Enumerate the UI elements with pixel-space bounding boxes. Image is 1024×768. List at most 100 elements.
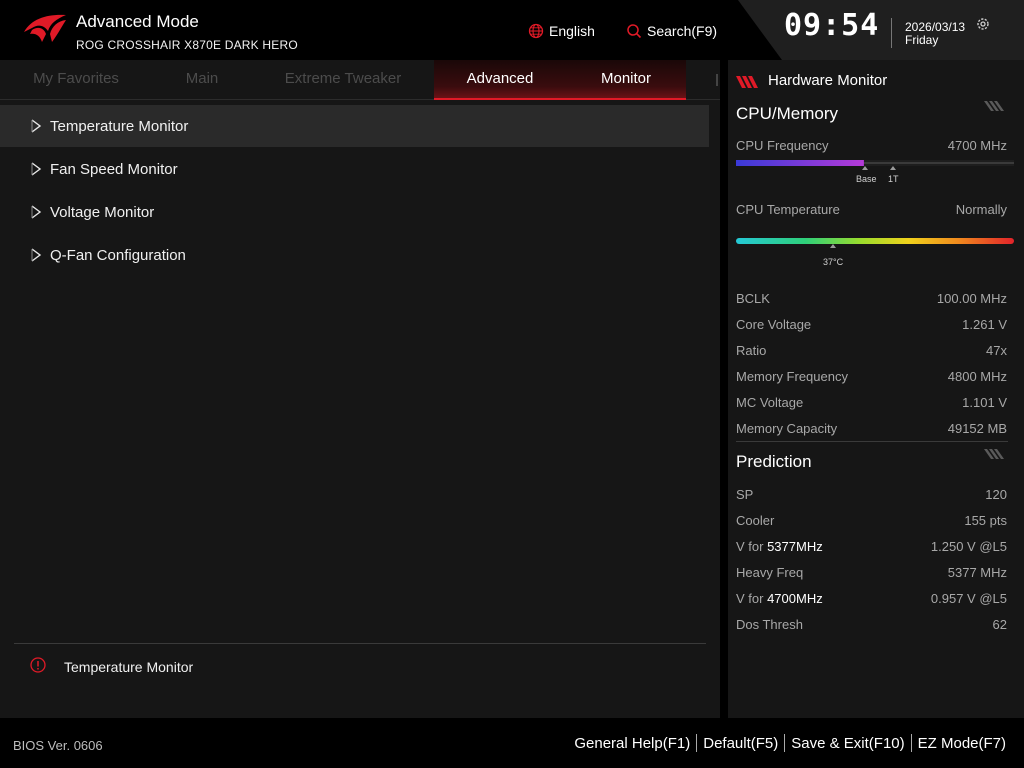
temperature-marker (830, 244, 836, 248)
section-title-cpu-memory: CPU/Memory (736, 104, 839, 123)
menu-item-temperature-monitor[interactable]: Temperature Monitor (0, 105, 709, 147)
footer-bar: BIOS Ver. 0606 General Help(F1) Default(… (0, 718, 1024, 768)
chevron-right-icon (31, 205, 42, 219)
chevron-right-icon (31, 119, 42, 133)
heavy-freq-value: 5377 MHz (947, 565, 1007, 580)
heavy-freq-label-text: Heavy Freq (736, 565, 804, 580)
memory-frequency-label: Memory Frequency (736, 369, 848, 384)
tab-monitor[interactable]: Monitor (566, 60, 686, 100)
tab-my-favorites[interactable]: My Favorites (0, 60, 152, 100)
memory-frequency-value: 4800 MHz (947, 369, 1007, 384)
bclk-label: BCLK (736, 291, 770, 306)
menu-item-label: Q-Fan Configuration (50, 246, 186, 264)
mode-title: Advanced Mode (76, 12, 199, 31)
help-text: Temperature Monitor (64, 659, 194, 675)
menu-item-label: Voltage Monitor (50, 203, 155, 221)
search-label: Search(F9) (647, 23, 718, 39)
section-stripes-icon (984, 449, 1004, 459)
1t-marker (890, 166, 896, 170)
mc-voltage-label: MC Voltage (736, 395, 804, 410)
hardware-monitor-icon (736, 76, 758, 88)
cpu-temperature-value: Normally (955, 202, 1007, 217)
clock-divider (891, 18, 892, 48)
sp-label: SP (736, 487, 753, 502)
cpu-frequency-bar (736, 160, 1014, 166)
base-marker (862, 166, 868, 170)
save-exit-button[interactable]: Save & Exit(F10) (791, 735, 904, 752)
dos-thresh-label: Dos Thresh (736, 617, 803, 632)
tab-main[interactable]: Main (152, 60, 252, 100)
heavy-freq-label: Heavy Freq (736, 565, 803, 580)
section-divider (736, 441, 1008, 442)
cooler-value: 155 pts (964, 513, 1007, 528)
search-button[interactable]: Search(F9) (626, 23, 717, 39)
clock-time: 09:54 (784, 8, 880, 43)
v-for-frequency: 4700MHz (767, 591, 823, 606)
footer-separator (696, 734, 698, 752)
ez-mode-button[interactable]: EZ Mode(F7) (918, 735, 1006, 752)
tab-advanced[interactable]: Advanced (434, 60, 566, 100)
footer-separator (784, 734, 786, 752)
memory-capacity-value: 49152 MB (947, 421, 1007, 436)
rog-logo-icon (24, 14, 66, 42)
section-stripes-icon (984, 101, 1004, 111)
cpu-frequency-label: CPU Frequency (736, 138, 829, 153)
sp-value: 120 (985, 487, 1007, 502)
mc-voltage-value: 1.101 V (962, 395, 1007, 410)
footer-actions: General Help(F1) Default(F5) Save & Exit… (574, 734, 1006, 752)
cpu-temperature-bar (736, 238, 1014, 244)
main-panel: My Favorites Main Extreme Tweaker Advanc… (0, 60, 720, 718)
menu-item-fan-speed-monitor[interactable]: Fan Speed Monitor (0, 148, 709, 190)
search-icon (627, 24, 642, 39)
cooler-label-text: Cooler (736, 513, 775, 528)
v-for-heavy-label: V for 5377MHz (736, 539, 823, 554)
cpu-temperature-label: CPU Temperature (736, 202, 840, 217)
hardware-monitor-title: Hardware Monitor (768, 72, 888, 89)
section-title-prediction: Prediction (736, 452, 812, 471)
menu-item-label: Temperature Monitor (50, 117, 189, 135)
core-voltage-value: 1.261 V (962, 317, 1007, 332)
ratio-label: Ratio (736, 343, 767, 358)
1t-marker-label: 1T (888, 174, 899, 184)
tab-bar: My Favorites Main Extreme Tweaker Advanc… (0, 60, 720, 100)
base-marker-label: Base (856, 174, 877, 184)
menu-item-label: Fan Speed Monitor (50, 160, 178, 178)
dos-thresh-value: 62 (992, 617, 1007, 632)
menu-item-voltage-monitor[interactable]: Voltage Monitor (0, 191, 709, 233)
clock-date: 2026/03/13 (905, 20, 966, 34)
footer-separator (910, 734, 912, 752)
v-for-current-label: V for 4700MHz (736, 591, 823, 606)
default-button[interactable]: Default(F5) (703, 735, 778, 752)
tab-overflow-indicator (716, 74, 718, 86)
language-label: English (549, 23, 595, 39)
menu-item-q-fan-configuration[interactable]: Q-Fan Configuration (0, 234, 709, 276)
gear-icon[interactable] (975, 16, 991, 32)
memory-capacity-label: Memory Capacity (736, 421, 838, 436)
v-for-label-text: V for (736, 539, 768, 554)
hardware-monitor-panel: Hardware Monitor CPU/Memory CPU Frequenc… (728, 60, 1024, 718)
globe-icon (528, 23, 544, 39)
tab-extreme-tweaker[interactable]: Extreme Tweaker (252, 60, 434, 100)
sp-label-text: SP (736, 487, 754, 502)
v-for-current-value: 0.957 V @L5 (930, 591, 1007, 606)
help-divider (14, 643, 706, 644)
v-for-heavy-value: 1.250 V @L5 (930, 539, 1007, 554)
chevron-right-icon (31, 248, 42, 262)
temperature-marker-label: 37°C (823, 257, 844, 267)
bclk-value: 100.00 MHz (936, 291, 1007, 306)
clock-day: Friday (905, 33, 939, 47)
header-bar: Advanced Mode ROG CROSSHAIR X870E DARK H… (0, 0, 1024, 60)
dos-thresh-label-text: Dos Thresh (736, 617, 803, 632)
ratio-value: 47x (986, 343, 1007, 358)
cpu-frequency-bar-fill (736, 160, 864, 166)
core-voltage-label: Core Voltage (736, 317, 812, 332)
cpu-frequency-value: 4700 MHz (947, 138, 1007, 153)
general-help-button[interactable]: General Help(F1) (574, 735, 690, 752)
chevron-right-icon (31, 162, 42, 176)
bios-version: BIOS Ver. 0606 (13, 738, 103, 753)
v-for-frequency: 5377MHz (767, 539, 823, 554)
language-button[interactable]: English (528, 23, 595, 39)
info-icon (30, 657, 46, 673)
cooler-label: Cooler (736, 513, 774, 528)
board-name: ROG CROSSHAIR X870E DARK HERO (76, 38, 298, 52)
